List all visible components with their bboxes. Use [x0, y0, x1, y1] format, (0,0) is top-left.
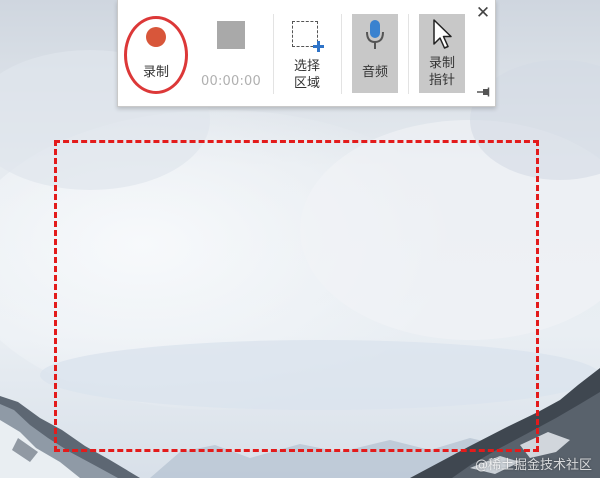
- record-pointer-label: 录制 指针: [428, 56, 455, 88]
- stop-button[interactable]: 00:00:00: [198, 12, 264, 94]
- pin-icon[interactable]: [476, 86, 492, 98]
- record-icon: [146, 27, 166, 47]
- select-area-label: 选择 区域: [293, 59, 320, 91]
- screen-recording-toolbar: 录制 00:00:00 选择 区域 音频 录制 指针 ✕: [117, 0, 496, 107]
- select-area-icon: [291, 20, 324, 52]
- watermark: @稀土掘金技术社区: [474, 458, 592, 473]
- record-label: 录制: [142, 65, 169, 80]
- microphone-icon: [366, 20, 384, 49]
- toolbar-divider: [273, 14, 274, 94]
- toolbar-divider: [341, 14, 342, 94]
- cursor-pointer-icon: [433, 19, 452, 49]
- selection-area-outline[interactable]: [54, 140, 539, 452]
- toolbar-divider: [408, 14, 409, 94]
- record-pointer-toggle-button[interactable]: 录制 指针: [419, 14, 465, 93]
- recording-timer: 00:00:00: [201, 74, 261, 89]
- close-icon[interactable]: ✕: [474, 4, 492, 22]
- audio-toggle-button[interactable]: 音频: [352, 14, 398, 93]
- record-button[interactable]: 录制: [120, 9, 192, 95]
- select-area-button[interactable]: 选择 区域: [280, 12, 334, 94]
- stop-icon: [217, 21, 245, 49]
- audio-label: 音频: [361, 65, 388, 80]
